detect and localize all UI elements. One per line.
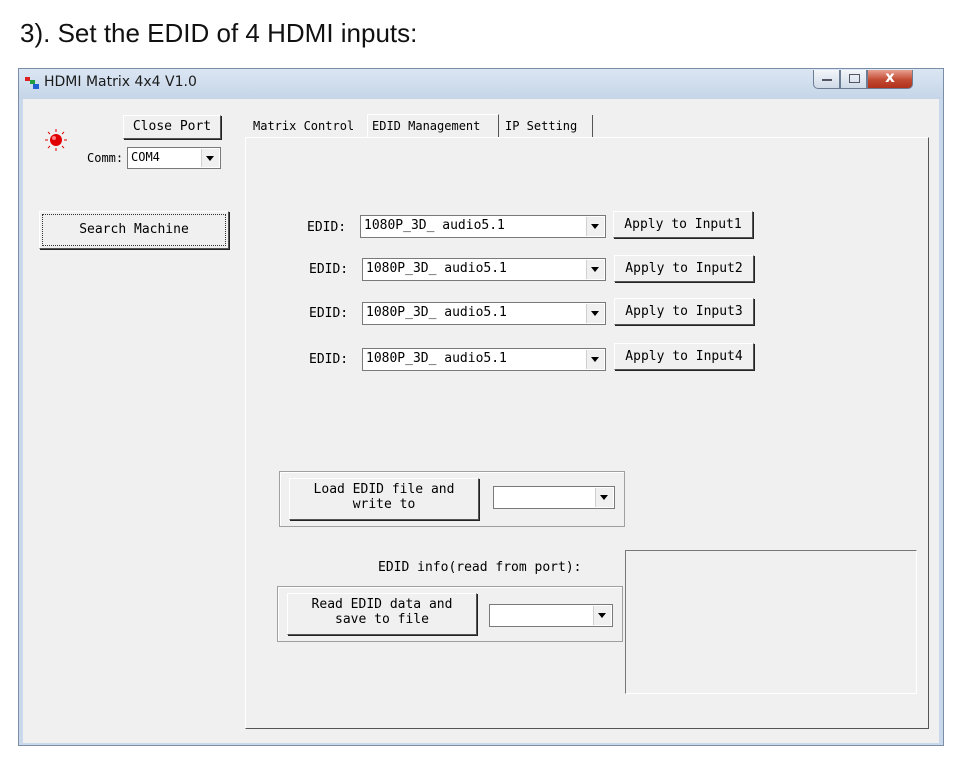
apply-input3-button[interactable]: Apply to Input3 [614, 298, 754, 325]
chevron-down-icon [595, 488, 613, 507]
edid-value-2: 1080P_3D_ audio5.1 [366, 261, 507, 276]
tab-edid-management[interactable]: EDID Management [367, 114, 499, 138]
apply-input4-button[interactable]: Apply to Input4 [614, 343, 754, 370]
edid-info-textarea[interactable] [625, 550, 917, 694]
edid-label-2: EDID: [309, 262, 349, 277]
window-title: HDMI Matrix 4x4 V1.0 [44, 74, 197, 90]
chevron-down-icon [586, 217, 604, 236]
connection-led-icon [45, 129, 67, 151]
close-icon: x [885, 68, 895, 86]
close-button[interactable]: x [867, 68, 913, 89]
client-area: Close Port Comm: COM4 Search Machine Mat… [23, 99, 939, 743]
apply-input1-button[interactable]: Apply to Input1 [613, 211, 753, 238]
edid-select-2[interactable]: 1080P_3D_ audio5.1 [362, 258, 606, 281]
comm-label: Comm: [87, 151, 124, 165]
maximize-button[interactable] [840, 70, 867, 89]
title-bar[interactable]: HDMI Matrix 4x4 V1.0 x [19, 68, 943, 99]
edid-value-1: 1080P_3D_ audio5.1 [364, 218, 505, 233]
edid-value-4: 1080P_3D_ audio5.1 [366, 351, 507, 366]
apply-input4-label: Apply to Input4 [625, 349, 743, 364]
comm-port-select[interactable]: COM4 [127, 147, 221, 169]
edid-value-3: 1080P_3D_ audio5.1 [366, 305, 507, 320]
edid-select-4[interactable]: 1080P_3D_ audio5.1 [362, 348, 606, 371]
apply-input3-label: Apply to Input3 [625, 304, 743, 319]
apply-input2-label: Apply to Input2 [625, 261, 743, 276]
chevron-down-icon [201, 149, 219, 167]
search-machine-label: Search Machine [79, 222, 189, 237]
edid-label-3: EDID: [309, 306, 349, 321]
apply-input2-button[interactable]: Apply to Input2 [614, 255, 754, 282]
edid-select-3[interactable]: 1080P_3D_ audio5.1 [362, 302, 606, 325]
edid-label-4: EDID: [309, 352, 349, 367]
load-edid-label: Load EDID file and write to [313, 482, 455, 512]
search-machine-button[interactable]: Search Machine [39, 211, 229, 249]
document-heading: 3). Set the EDID of 4 HDMI inputs: [20, 18, 418, 48]
read-edid-button[interactable]: Read EDID data and save to file [287, 593, 477, 635]
chevron-down-icon [593, 606, 611, 625]
chevron-down-icon [586, 304, 604, 323]
load-edid-button[interactable]: Load EDID file and write to [289, 478, 479, 520]
read-edid-source-select[interactable] [489, 604, 613, 627]
tab-ip-setting[interactable]: IP Setting [501, 115, 593, 137]
edid-select-1[interactable]: 1080P_3D_ audio5.1 [360, 215, 606, 238]
edid-info-label: EDID info(read from port): [378, 560, 582, 575]
app-icon [25, 77, 39, 89]
read-edid-label: Read EDID data and save to file [311, 597, 453, 627]
apply-input1-label: Apply to Input1 [624, 217, 742, 232]
close-port-button[interactable]: Close Port [123, 115, 221, 139]
edid-label-1: EDID: [307, 220, 347, 235]
tab-label: Matrix Control [253, 119, 355, 133]
chevron-down-icon [586, 350, 604, 369]
minimize-button[interactable] [813, 70, 840, 89]
load-edid-target-select[interactable] [493, 486, 615, 509]
close-port-label: Close Port [132, 119, 212, 134]
chevron-down-icon [586, 260, 604, 279]
tab-matrix-control[interactable]: Matrix Control [249, 115, 367, 137]
tab-label: IP Setting [505, 119, 578, 133]
comm-port-value: COM4 [131, 150, 160, 164]
tab-label: EDID Management [372, 119, 481, 133]
app-window: HDMI Matrix 4x4 V1.0 x Close Port Comm: … [18, 68, 944, 746]
